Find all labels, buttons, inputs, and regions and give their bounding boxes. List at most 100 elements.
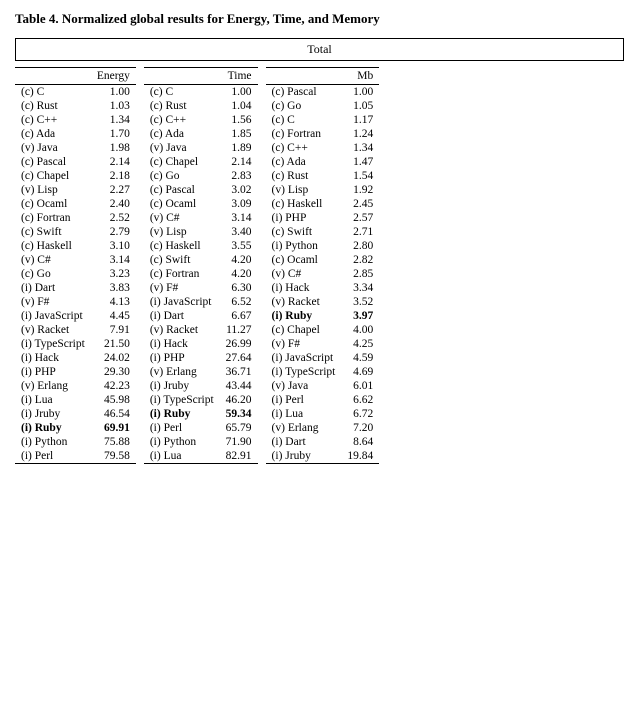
total-label: Total bbox=[15, 38, 624, 61]
value-cell: 19.84 bbox=[341, 449, 379, 464]
value-cell: 1.00 bbox=[341, 85, 379, 100]
lang-cell: (v) Java bbox=[266, 379, 342, 393]
value-cell: 3.23 bbox=[91, 267, 136, 281]
lang-cell: (c) Ada bbox=[266, 155, 342, 169]
value-cell: 1.17 bbox=[341, 113, 379, 127]
table-row: (c) Swift2.79 bbox=[15, 225, 136, 239]
table-row: (c) Ada1.47 bbox=[266, 155, 380, 169]
lang-cell: (c) Haskell bbox=[266, 197, 342, 211]
value-cell: 4.25 bbox=[341, 337, 379, 351]
value-cell: 1.00 bbox=[91, 85, 136, 100]
table-row: (i) Dart8.64 bbox=[266, 435, 380, 449]
table-row: (v) Lisp1.92 bbox=[266, 183, 380, 197]
value-cell: 2.80 bbox=[341, 239, 379, 253]
table-row: (v) Java1.98 bbox=[15, 141, 136, 155]
table-row: (i) Dart3.83 bbox=[15, 281, 136, 295]
table-row: (v) Erlang36.71 bbox=[144, 365, 258, 379]
value-cell: 2.71 bbox=[341, 225, 379, 239]
table-row: (v) Racket7.91 bbox=[15, 323, 136, 337]
table-row: (v) F#4.13 bbox=[15, 295, 136, 309]
lang-cell: (i) Jruby bbox=[266, 449, 342, 464]
value-cell: 79.58 bbox=[91, 449, 136, 464]
lang-cell: (c) Fortran bbox=[266, 127, 342, 141]
table-row: (v) Lisp3.40 bbox=[144, 225, 258, 239]
table-row: (i) Python2.80 bbox=[266, 239, 380, 253]
lang-cell: (v) Java bbox=[144, 141, 220, 155]
lang-cell: (v) C# bbox=[15, 253, 91, 267]
table-row: (i) JavaScript4.45 bbox=[15, 309, 136, 323]
value-cell: 4.20 bbox=[220, 253, 258, 267]
lang-cell: (v) Racket bbox=[15, 323, 91, 337]
lang-cell: (i) JavaScript bbox=[15, 309, 91, 323]
lang-cell: (c) Pascal bbox=[15, 155, 91, 169]
lang-cell: (i) Python bbox=[15, 435, 91, 449]
table-row: (i) Lua6.72 bbox=[266, 407, 380, 421]
time-col-lang bbox=[144, 68, 220, 85]
value-cell: 6.67 bbox=[220, 309, 258, 323]
table-row: (i) Dart6.67 bbox=[144, 309, 258, 323]
lang-cell: (i) JavaScript bbox=[144, 295, 220, 309]
table-row: (v) Racket11.27 bbox=[144, 323, 258, 337]
table-row: (v) F#6.30 bbox=[144, 281, 258, 295]
table-row: (c) Ocaml3.09 bbox=[144, 197, 258, 211]
value-cell: 3.14 bbox=[91, 253, 136, 267]
value-cell: 3.55 bbox=[220, 239, 258, 253]
value-cell: 1.56 bbox=[220, 113, 258, 127]
value-cell: 1.24 bbox=[341, 127, 379, 141]
value-cell: 1.04 bbox=[220, 99, 258, 113]
value-cell: 3.83 bbox=[91, 281, 136, 295]
table-row: (c) Haskell3.55 bbox=[144, 239, 258, 253]
table-row: (v) C#2.85 bbox=[266, 267, 380, 281]
value-cell: 1.54 bbox=[341, 169, 379, 183]
table-row: (c) C1.00 bbox=[15, 85, 136, 100]
table-row: (i) Python71.90 bbox=[144, 435, 258, 449]
table-row: (i) Ruby3.97 bbox=[266, 309, 380, 323]
table-row: (v) C#3.14 bbox=[144, 211, 258, 225]
table-row: (i) Perl79.58 bbox=[15, 449, 136, 464]
lang-cell: (i) Perl bbox=[144, 421, 220, 435]
lang-cell: (v) F# bbox=[15, 295, 91, 309]
value-cell: 3.14 bbox=[220, 211, 258, 225]
value-cell: 2.52 bbox=[91, 211, 136, 225]
table-row: (v) F#4.25 bbox=[266, 337, 380, 351]
memory-col-lang bbox=[266, 68, 342, 85]
table-row: (i) Perl6.62 bbox=[266, 393, 380, 407]
lang-cell: (c) Go bbox=[15, 267, 91, 281]
value-cell: 2.14 bbox=[91, 155, 136, 169]
value-cell: 4.69 bbox=[341, 365, 379, 379]
table-row: (c) Pascal1.00 bbox=[266, 85, 380, 100]
lang-cell: (c) Ada bbox=[15, 127, 91, 141]
value-cell: 6.01 bbox=[341, 379, 379, 393]
lang-cell: (c) Chapel bbox=[15, 169, 91, 183]
value-cell: 8.64 bbox=[341, 435, 379, 449]
lang-cell: (c) Haskell bbox=[144, 239, 220, 253]
value-cell: 6.30 bbox=[220, 281, 258, 295]
value-cell: 4.20 bbox=[220, 267, 258, 281]
table-row: (v) Racket3.52 bbox=[266, 295, 380, 309]
value-cell: 2.57 bbox=[341, 211, 379, 225]
table-row: (i) TypeScript4.69 bbox=[266, 365, 380, 379]
lang-cell: (v) Erlang bbox=[266, 421, 342, 435]
table-row: (c) Chapel4.00 bbox=[266, 323, 380, 337]
lang-cell: (c) Fortran bbox=[15, 211, 91, 225]
lang-cell: (v) Java bbox=[15, 141, 91, 155]
value-cell: 27.64 bbox=[220, 351, 258, 365]
table-row: (i) TypeScript21.50 bbox=[15, 337, 136, 351]
value-cell: 7.91 bbox=[91, 323, 136, 337]
lang-cell: (v) Lisp bbox=[144, 225, 220, 239]
lang-cell: (i) Perl bbox=[266, 393, 342, 407]
energy-col-header: Energy bbox=[91, 68, 136, 85]
table-row: (i) Jruby19.84 bbox=[266, 449, 380, 464]
value-cell: 43.44 bbox=[220, 379, 258, 393]
lang-cell: (c) Chapel bbox=[144, 155, 220, 169]
lang-cell: (v) Lisp bbox=[15, 183, 91, 197]
lang-cell: (i) Jruby bbox=[15, 407, 91, 421]
lang-cell: (c) C++ bbox=[266, 141, 342, 155]
table-row: (c) Pascal2.14 bbox=[15, 155, 136, 169]
value-cell: 1.85 bbox=[220, 127, 258, 141]
value-cell: 3.97 bbox=[341, 309, 379, 323]
value-cell: 11.27 bbox=[220, 323, 258, 337]
table-row: (v) C#3.14 bbox=[15, 253, 136, 267]
value-cell: 1.00 bbox=[220, 85, 258, 100]
lang-cell: (i) Python bbox=[266, 239, 342, 253]
